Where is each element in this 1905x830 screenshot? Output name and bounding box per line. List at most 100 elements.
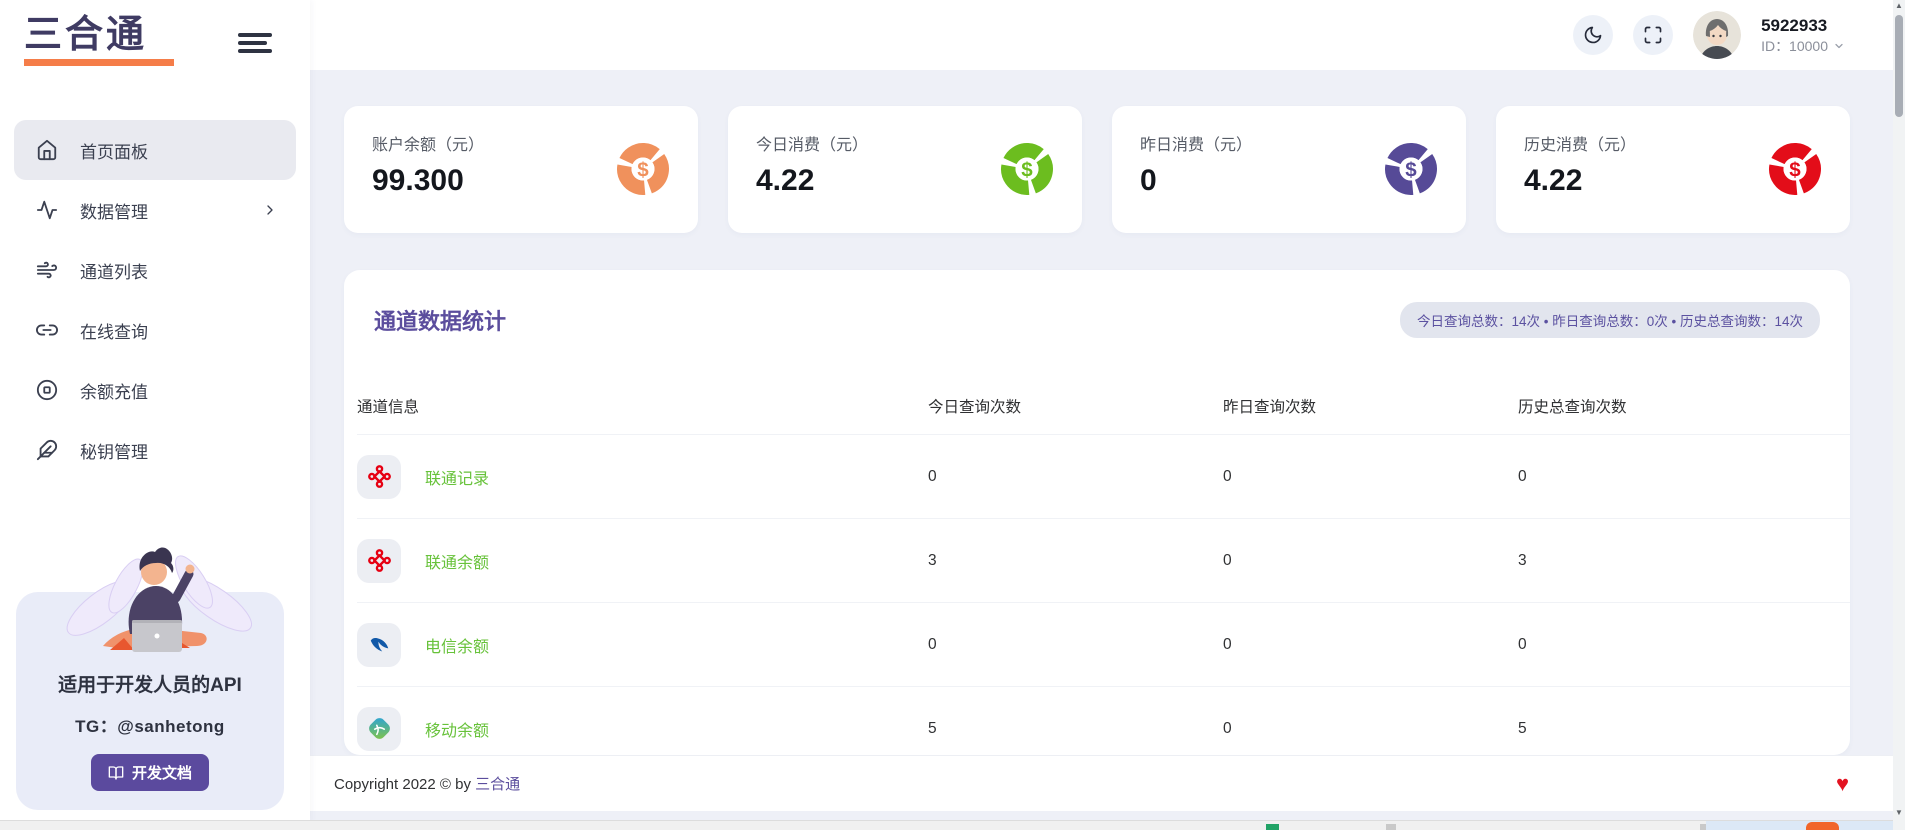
unicom-logo-icon (357, 539, 401, 583)
app-root: 三合通 首页面板 数据管理 通道列表 在线查询 余额充值 秘钥管理 (0, 0, 1905, 830)
today-queries-value: 3 (928, 552, 1223, 570)
donut-dollar-icon: $ (614, 140, 672, 198)
brand-logo-text: 三合通 (24, 14, 147, 56)
channel-name-link[interactable]: 电信余额 (425, 633, 489, 657)
panel-header: 通道数据统计 今日查询总数：14次 • 昨日查询总数：0次 • 历史总查询数：1… (344, 270, 1850, 378)
developer-illustration (48, 536, 263, 658)
sidebar-item-data-management[interactable]: 数据管理 (14, 180, 296, 240)
col-header-yesterday-queries: 昨日查询次数 (1223, 395, 1518, 417)
vertical-scrollbar[interactable]: ▲ ▼ (1893, 0, 1905, 830)
taskbar-app-icon[interactable] (1266, 824, 1279, 830)
table-body: 联通记录 0 0 0 联通余额 3 0 3 电信余额 0 0 0 移动余额 5 … (344, 435, 1850, 755)
avatar-image (1693, 11, 1741, 59)
fullscreen-icon (1643, 25, 1663, 45)
dark-mode-button[interactable] (1573, 15, 1613, 55)
total-queries-value: 3 (1518, 552, 1850, 570)
stat-card: 昨日消费（元） 0 $ (1112, 106, 1466, 233)
channel-name-link[interactable]: 移动余额 (425, 717, 489, 741)
telecom-logo-icon (357, 623, 401, 667)
scroll-down-arrow[interactable]: ▼ (1893, 808, 1905, 817)
topbar-actions: 5922933 ID：10000 (1573, 0, 1845, 70)
yesterday-queries-value: 0 (1223, 720, 1518, 738)
total-queries-value: 0 (1518, 636, 1850, 654)
yesterday-queries-value: 0 (1223, 636, 1518, 654)
top-bar: 5922933 ID：10000 (310, 0, 1893, 70)
username: 5922933 (1761, 15, 1845, 37)
taskbar-tray[interactable] (1706, 821, 1893, 830)
dev-docs-button-label: 开发文档 (132, 762, 192, 783)
sidebar-collapse-button[interactable] (238, 32, 272, 58)
yesterday-queries-value: 0 (1223, 552, 1518, 570)
stat-cards: 账户余额（元） 99.300 $ 今日消费（元） 4.22 $ 昨日消费（元） … (344, 106, 1850, 233)
stat-card: 账户余额（元） 99.300 $ (344, 106, 698, 233)
taskbar-orange-logo-icon[interactable] (1806, 822, 1839, 830)
donut-dollar-icon: $ (1766, 140, 1824, 198)
channel-stats-panel: 通道数据统计 今日查询总数：14次 • 昨日查询总数：0次 • 历史总查询数：1… (344, 270, 1850, 755)
sidebar-item-label: 余额充值 (80, 378, 148, 403)
today-queries-value: 0 (928, 636, 1223, 654)
sidebar-item-label: 秘钥管理 (80, 438, 148, 463)
activity-icon (36, 199, 58, 221)
moon-icon (1583, 25, 1603, 45)
scroll-up-arrow[interactable]: ▲ (1893, 1, 1905, 10)
sidebar-item-home-panel[interactable]: 首页面板 (14, 120, 296, 180)
hamburger-icon (238, 33, 272, 37)
sidebar-item-balance-recharge[interactable]: 余额充值 (14, 360, 296, 420)
taskbar-sliver[interactable] (0, 820, 1893, 830)
user-id-label: ID：10000 (1761, 37, 1828, 55)
yesterday-queries-value: 0 (1223, 468, 1518, 486)
sidebar-item-secret-key-management[interactable]: 秘钥管理 (14, 420, 296, 480)
col-header-today-queries: 今日查询次数 (928, 395, 1223, 417)
sidebar-item-label: 在线查询 (80, 318, 148, 343)
col-header-total-queries: 历史总查询次数 (1518, 395, 1850, 417)
promo-title: 适用于开发人员的API (16, 670, 284, 697)
table-row: 移动余额 5 0 5 (357, 687, 1850, 755)
chevron-right-icon (262, 202, 278, 218)
brand-logo-underline (24, 59, 174, 66)
link-icon (36, 319, 58, 341)
heart-icon: ♥ (1836, 773, 1849, 795)
footer-brand-link[interactable]: 三合通 (475, 776, 520, 793)
donut-dollar-icon: $ (1382, 140, 1440, 198)
fullscreen-button[interactable] (1633, 15, 1673, 55)
dev-docs-button[interactable]: 开发文档 (91, 754, 209, 791)
stop-circle-icon (36, 379, 58, 401)
sidebar-menu: 首页面板 数据管理 通道列表 在线查询 余额充值 秘钥管理 (0, 120, 310, 480)
sidebar-item-label: 数据管理 (80, 198, 148, 223)
stat-card: 历史消费（元） 4.22 $ (1496, 106, 1850, 233)
svg-text:$: $ (1021, 158, 1033, 181)
stat-card: 今日消费（元） 4.22 $ (728, 106, 1082, 233)
panel-title: 通道数据统计 (374, 304, 506, 336)
taskbar-tray-caret[interactable] (1386, 824, 1396, 830)
today-queries-value: 0 (928, 468, 1223, 486)
user-menu[interactable]: 5922933 ID：10000 (1761, 15, 1845, 55)
scrollbar-thumb[interactable] (1895, 15, 1903, 117)
total-queries-value: 5 (1518, 720, 1850, 738)
footer: Copyright 2022 © by 三合通 ♥ (310, 755, 1893, 811)
table-row: 联通记录 0 0 0 (357, 435, 1850, 519)
home-icon (36, 139, 58, 161)
svg-text:$: $ (1405, 158, 1417, 181)
brand-logo[interactable]: 三合通 (24, 14, 174, 66)
sidebar: 三合通 首页面板 数据管理 通道列表 在线查询 余额充值 秘钥管理 (0, 0, 310, 822)
avatar[interactable] (1693, 11, 1741, 59)
table-row: 电信余额 0 0 0 (357, 603, 1850, 687)
today-queries-value: 5 (928, 720, 1223, 738)
sidebar-item-label: 通道列表 (80, 258, 148, 283)
chevron-down-icon (1833, 40, 1845, 52)
svg-text:$: $ (637, 158, 649, 181)
table-header-row: 通道信息 今日查询次数 昨日查询次数 历史总查询次数 (357, 378, 1850, 435)
unicom-logo-icon (357, 455, 401, 499)
total-queries-value: 0 (1518, 468, 1850, 486)
channel-name-link[interactable]: 联通余额 (425, 549, 489, 573)
mobile-logo-icon (357, 707, 401, 751)
col-header-channel-info: 通道信息 (357, 395, 928, 417)
table-row: 联通余额 3 0 3 (357, 519, 1850, 603)
feather-icon (36, 439, 58, 461)
channel-name-link[interactable]: 联通记录 (425, 465, 489, 489)
svg-text:$: $ (1789, 158, 1801, 181)
sidebar-item-channel-list[interactable]: 通道列表 (14, 240, 296, 300)
promo-telegram: TG：@sanhetong (16, 712, 284, 737)
sidebar-item-online-query[interactable]: 在线查询 (14, 300, 296, 360)
copyright-text: Copyright 2022 © by 三合通 (334, 773, 520, 794)
